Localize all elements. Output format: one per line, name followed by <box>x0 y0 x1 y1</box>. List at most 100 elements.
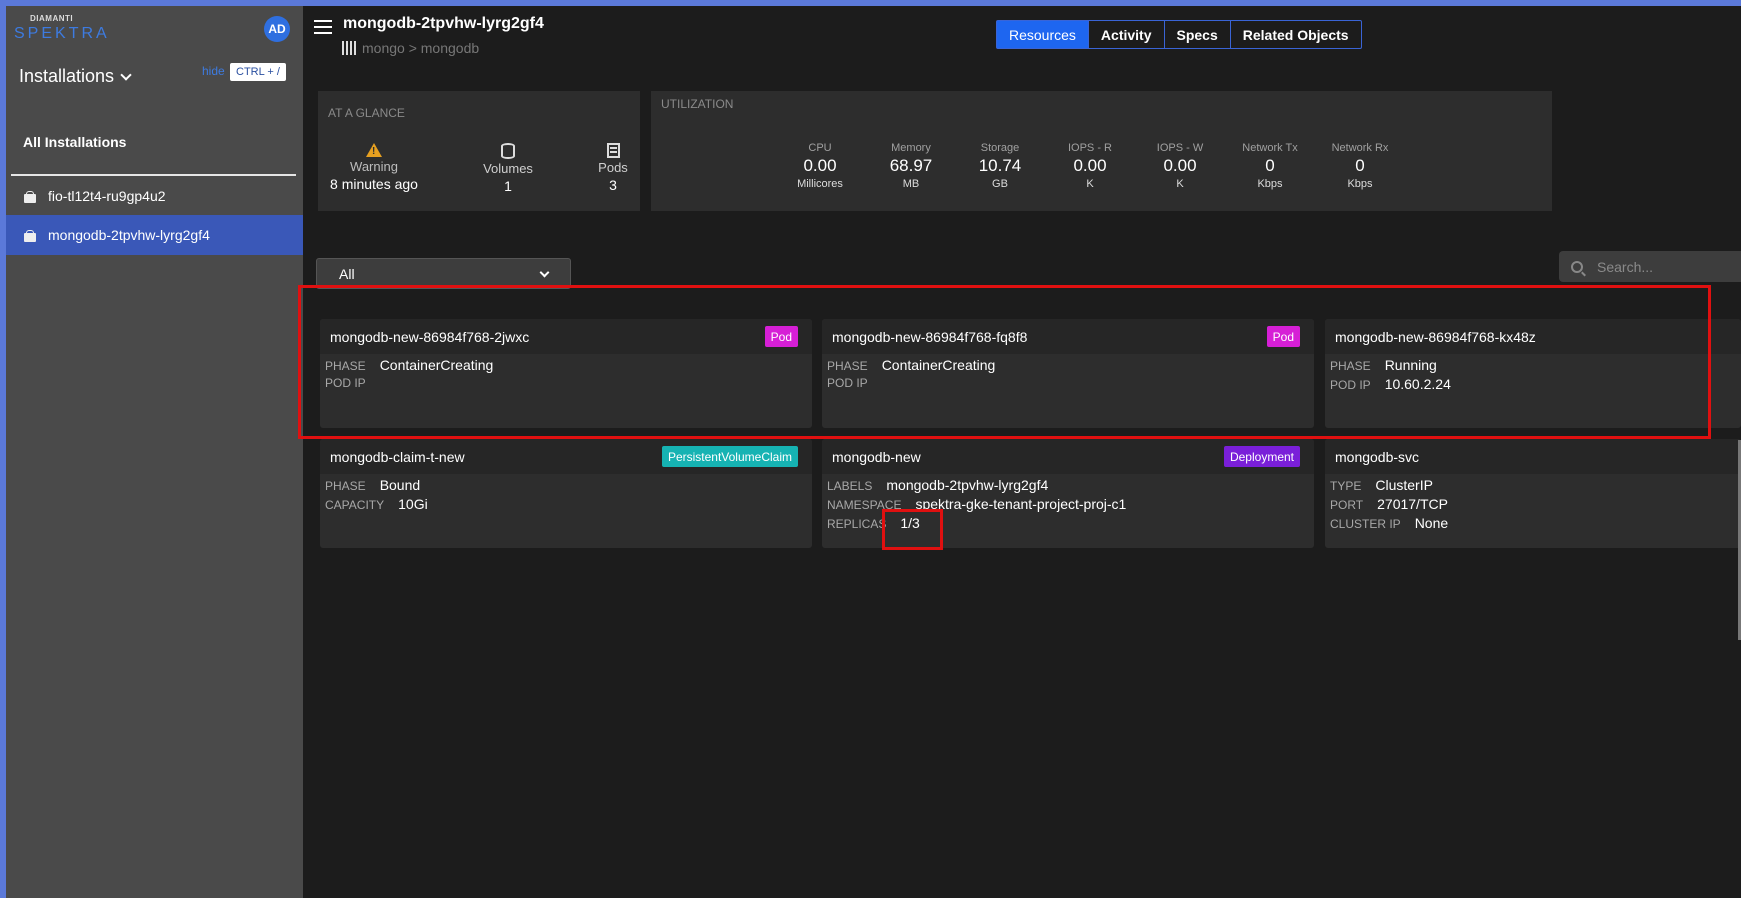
all-installations-link[interactable]: All Installations <box>23 134 126 150</box>
kind-badge: PersistentVolumeClaim <box>661 446 798 467</box>
replicas-value: 1/3 <box>900 515 920 531</box>
field-label: POD IP <box>1330 378 1371 392</box>
metric-storage: Storage 10.74 GB <box>978 142 1022 190</box>
at-a-glance-panel: AT A GLANCE Warning 8 minutes ago Volume… <box>318 91 640 211</box>
user-avatar[interactable]: AD <box>264 16 290 42</box>
panel-label: UTILIZATION <box>661 97 734 111</box>
volumes-label: Volumes <box>483 161 533 176</box>
utilization-panel: UTILIZATION CPU 0.00 Millicores Memory 6… <box>651 91 1552 211</box>
field-value: Bound <box>379 477 421 493</box>
tab-specs[interactable]: Specs <box>1165 21 1231 48</box>
card-header: mongodb-new-86984f768-kx48z <box>1325 319 1741 354</box>
field-label: PHASE <box>325 359 366 373</box>
card-header: mongodb-new-86984f768-2jwxc Pod <box>320 319 812 354</box>
metric-network-tx: Network Tx 0 Kbps <box>1242 142 1298 190</box>
search-icon <box>1571 260 1583 273</box>
sidebar-item-label: mongodb-2tpvhw-lyrg2gf4 <box>48 227 210 243</box>
field-label: REPLICAS <box>827 517 887 531</box>
field-value: Running <box>1384 357 1437 373</box>
resource-name: mongodb-new-86984f768-2jwxc <box>330 328 530 345</box>
field-label: LABELS <box>827 479 873 493</box>
breadcrumb-text[interactable]: mongo > mongodb <box>362 40 479 56</box>
field-value: spektra-gke-tenant-project-proj-c1 <box>915 496 1127 512</box>
metric-memory: Memory 68.97 MB <box>889 142 933 190</box>
pods-count: 3 <box>609 177 617 193</box>
field-label: PORT <box>1330 498 1364 512</box>
database-icon <box>501 143 515 159</box>
field-value: 10Gi <box>398 496 428 512</box>
field-label: TYPE <box>1330 479 1362 493</box>
resource-card[interactable]: mongodb-new-86984f768-fq8f8 Pod PHASE Con… <box>822 319 1314 428</box>
resource-card[interactable]: mongodb-claim-t-new PersistentVolumeClai… <box>320 439 812 548</box>
field-value: mongodb-2tpvhw-lyrg2gf4 <box>886 477 1049 493</box>
spektra-logo: DIAMANTI SPEKTRA <box>14 14 110 42</box>
status-time: 8 minutes ago <box>330 176 418 192</box>
resource-card[interactable]: mongodb-new-86984f768-2jwxc Pod PHASE Con… <box>320 319 812 428</box>
bars-icon <box>342 41 356 55</box>
hide-sidebar-link[interactable]: hide <box>202 64 225 78</box>
page-title: mongodb-2tpvhw-lyrg2gf4 <box>343 15 544 32</box>
card-header: mongodb-claim-t-new PersistentVolumeClai… <box>320 439 812 474</box>
view-tabs: Resources Activity Specs Related Objects <box>996 20 1362 49</box>
chevron-down-icon <box>120 68 132 81</box>
resource-card[interactable]: mongodb-new Deployment LABELS mongodb-2tp… <box>822 439 1314 548</box>
resource-name: mongodb-claim-t-new <box>330 448 465 465</box>
field-value: ContainerCreating <box>881 357 996 373</box>
field-label: PHASE <box>1330 359 1371 373</box>
panel-label: AT A GLANCE <box>328 106 405 120</box>
volumes-count: 1 <box>504 178 512 194</box>
field-label: POD IP <box>827 376 868 390</box>
metric-iops-write: IOPS - W 0.00 K <box>1156 142 1204 190</box>
field-label: CAPACITY <box>325 498 385 512</box>
resource-name: mongodb-svc <box>1335 448 1420 465</box>
field-label: CLUSTER IP <box>1330 517 1401 531</box>
field-label: POD IP <box>325 376 366 390</box>
tab-resources[interactable]: Resources <box>997 21 1089 48</box>
sidebar-item-fio[interactable]: fio-tl12t4-ru9gp4u2 <box>6 176 303 216</box>
metric-network-rx: Network Rx 0 Kbps <box>1331 142 1389 190</box>
field-value: 10.60.2.24 <box>1384 376 1451 392</box>
resource-type-select[interactable]: All <box>316 258 571 289</box>
menu-icon[interactable] <box>314 20 332 34</box>
kind-badge: Deployment <box>1223 446 1300 467</box>
breadcrumb: mongo > mongodb <box>342 40 479 56</box>
sidebar-item-mongodb[interactable]: mongodb-2tpvhw-lyrg2gf4 <box>6 215 303 255</box>
sidebar-item-label: fio-tl12t4-ru9gp4u2 <box>48 188 166 204</box>
kind-badge: Pod <box>764 326 798 347</box>
kind-badge: Pod <box>1266 326 1300 347</box>
lock-icon <box>24 191 36 203</box>
field-value: ContainerCreating <box>379 357 494 373</box>
status-summary: Warning 8 minutes ago <box>328 143 420 192</box>
tab-activity[interactable]: Activity <box>1089 21 1165 48</box>
resource-name: mongodb-new-86984f768-kx48z <box>1335 328 1536 345</box>
resource-card[interactable]: mongodb-new-86984f768-kx48z PHASE Running… <box>1325 319 1741 428</box>
field-label: PHASE <box>325 479 366 493</box>
resource-card[interactable]: mongodb-svc TYPE ClusterIP PORT 27017/TCP … <box>1325 439 1741 548</box>
field-value: ClusterIP <box>1375 477 1433 493</box>
pods-label: Pods <box>598 160 628 175</box>
chevron-down-icon <box>539 267 550 278</box>
search-input[interactable] <box>1597 258 1737 275</box>
resource-name: mongodb-new <box>832 448 921 465</box>
field-label: PHASE <box>827 359 868 373</box>
metric-cpu: CPU 0.00 Millicores <box>797 142 843 190</box>
installations-dropdown[interactable]: Installations <box>19 66 132 87</box>
warning-icon <box>366 143 382 157</box>
installations-title: Installations <box>19 66 115 86</box>
card-header: mongodb-svc <box>1325 439 1741 474</box>
card-header: mongodb-new-86984f768-fq8f8 Pod <box>822 319 1314 354</box>
field-value: 27017/TCP <box>1377 496 1448 512</box>
tab-related-objects[interactable]: Related Objects <box>1231 21 1361 48</box>
shortcut-hint: CTRL + / <box>230 63 286 81</box>
lock-icon <box>24 230 36 242</box>
card-header: mongodb-new Deployment <box>822 439 1314 474</box>
resource-name: mongodb-new-86984f768-fq8f8 <box>832 328 1028 345</box>
pods-summary: Pods 3 <box>588 143 638 193</box>
field-label: NAMESPACE <box>827 498 902 512</box>
volumes-summary: Volumes 1 <box>473 143 543 194</box>
field-value: None <box>1414 515 1449 531</box>
sidebar: DIAMANTI SPEKTRA AD Installations hide C… <box>6 6 303 898</box>
resource-type-value: All <box>339 265 355 282</box>
search-box <box>1559 251 1741 282</box>
status-label: Warning <box>350 159 398 174</box>
